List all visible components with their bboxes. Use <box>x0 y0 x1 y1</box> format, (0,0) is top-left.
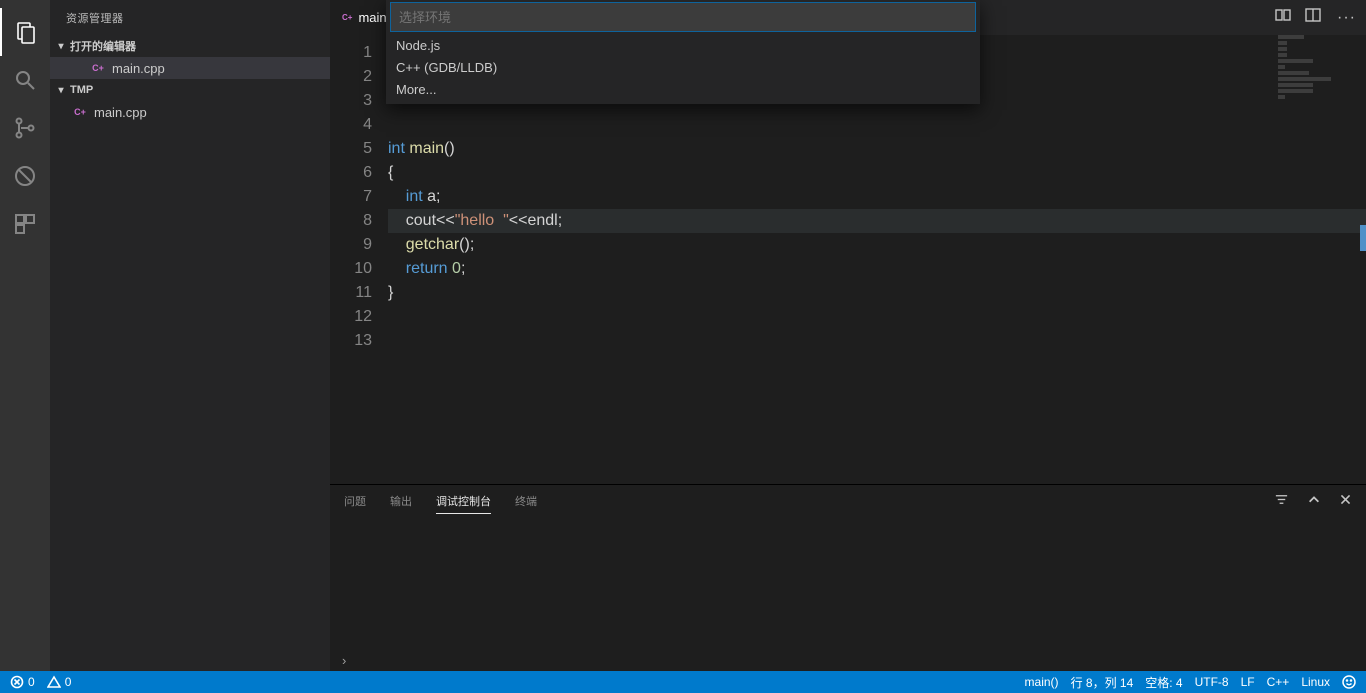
open-editor-file[interactable]: C+ main.cpp <box>50 57 330 79</box>
overview-ruler-mark <box>1360 225 1366 251</box>
sidebar-title: 资源管理器 <box>50 0 330 35</box>
search-icon[interactable] <box>0 56 50 104</box>
workspace-file[interactable]: C+ main.cpp <box>50 101 330 123</box>
status-feedback-icon[interactable] <box>1342 675 1356 689</box>
tab-label: main.cpp <box>358 10 388 25</box>
status-eol[interactable]: LF <box>1241 675 1255 689</box>
tab-actions: ··· <box>1275 0 1366 35</box>
quickpick-input[interactable] <box>391 3 975 31</box>
split-editor-icon[interactable] <box>1305 7 1321 28</box>
debug-console-input-chevron[interactable]: › <box>330 649 1366 671</box>
explorer-sidebar: 资源管理器 ▾ 打开的编辑器 C+ main.cpp ▾ TMP C+ main… <box>50 0 330 671</box>
explorer-icon[interactable] <box>0 8 50 56</box>
compare-changes-icon[interactable] <box>1275 7 1291 28</box>
panel-collapse-icon[interactable] <box>1307 493 1321 510</box>
bottom-panel: 问题 输出 调试控制台 终端 <box>330 484 1366 671</box>
section-workspace[interactable]: ▾ TMP <box>50 79 330 101</box>
status-spaces[interactable]: 空格: 4 <box>1145 674 1182 691</box>
panel-body[interactable] <box>330 517 1366 649</box>
quickpick-item-more[interactable]: More... <box>386 78 980 100</box>
panel-tab-terminal[interactable]: 终端 <box>515 489 537 513</box>
panel-filter-icon[interactable] <box>1274 492 1289 510</box>
more-actions-icon[interactable]: ··· <box>1335 9 1358 27</box>
status-bar: 0 0 main() 行 8，列 14 空格: 4 UTF-8 LF C++ L… <box>0 671 1366 693</box>
status-warnings[interactable]: 0 <box>47 675 72 689</box>
status-language[interactable]: C++ <box>1267 675 1290 689</box>
status-line-col[interactable]: 行 8，列 14 <box>1071 674 1134 691</box>
quickpick-item-cpp[interactable]: C++ (GDB/LLDB) <box>386 56 980 78</box>
panel-tab-problems[interactable]: 问题 <box>344 489 366 513</box>
cpp-file-icon: C+ <box>342 11 352 25</box>
cpp-file-icon: C+ <box>72 104 88 120</box>
cpp-file-icon: C+ <box>90 60 106 76</box>
source-control-icon[interactable] <box>0 104 50 152</box>
file-label: main.cpp <box>94 105 147 120</box>
panel-tab-output[interactable]: 输出 <box>390 489 412 513</box>
quickpick-item-nodejs[interactable]: Node.js <box>386 34 980 56</box>
panel-close-icon[interactable] <box>1339 493 1352 509</box>
chevron-down-icon: ▾ <box>54 85 68 96</box>
panel-tabs: 问题 输出 调试控制台 终端 <box>330 485 1366 517</box>
file-label: main.cpp <box>112 61 165 76</box>
status-encoding[interactable]: UTF-8 <box>1195 675 1229 689</box>
quickpick-input-wrap <box>390 2 976 32</box>
quickpick-environment: Node.js C++ (GDB/LLDB) More... <box>386 0 980 104</box>
status-os[interactable]: Linux <box>1301 675 1330 689</box>
editor-area: C+ main.cpp ··· <box>330 0 1366 671</box>
extensions-icon[interactable] <box>0 200 50 248</box>
debug-icon[interactable] <box>0 152 50 200</box>
activity-bar <box>0 0 50 671</box>
quickpick-list: Node.js C++ (GDB/LLDB) More... <box>386 32 980 104</box>
panel-tab-debug-console[interactable]: 调试控制台 <box>436 489 491 514</box>
section-label: 打开的编辑器 <box>70 38 136 54</box>
chevron-down-icon: ▾ <box>54 41 68 52</box>
line-gutter: 12 34 56 78 910 1112 13 <box>330 35 388 484</box>
section-label: TMP <box>70 84 93 96</box>
section-open-editors[interactable]: ▾ 打开的编辑器 <box>50 35 330 57</box>
status-errors[interactable]: 0 <box>10 675 35 689</box>
status-function[interactable]: main() <box>1025 675 1059 689</box>
